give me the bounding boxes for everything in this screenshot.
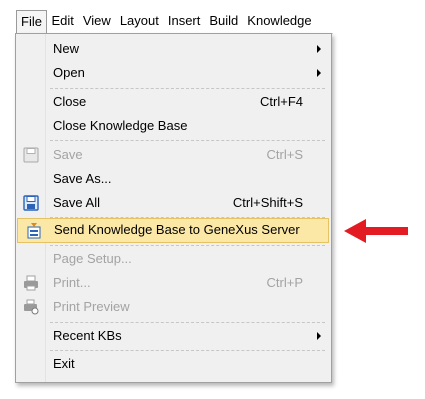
menu-item-label: Page Setup...: [53, 251, 132, 266]
menu-item-open[interactable]: Open: [46, 61, 329, 85]
submenu-arrow-icon: [317, 45, 321, 53]
menu-item-label: Open: [53, 65, 85, 80]
menu-item-label: Save: [53, 147, 83, 162]
menu-item-shortcut: Ctrl+S: [266, 147, 303, 162]
menu-insert[interactable]: Insert: [163, 10, 205, 32]
menu-item-label: Send Knowledge Base to GeneXus Server: [54, 222, 300, 237]
menu-separator: [50, 245, 325, 246]
menu-separator: [50, 88, 325, 89]
menu-item-label: Close Knowledge Base: [53, 118, 188, 133]
menu-item-new[interactable]: New: [46, 37, 329, 61]
menu-edit[interactable]: Edit: [47, 10, 78, 32]
menu-view[interactable]: View: [78, 10, 115, 32]
menu-item-save[interactable]: Save Ctrl+S: [46, 143, 329, 167]
submenu-arrow-icon: [317, 332, 321, 340]
printer-icon: [24, 275, 38, 291]
menu-item-label: New: [53, 41, 80, 56]
menu-item-send-kb-to-genexus-server[interactable]: Send Knowledge Base to GeneXus Server: [17, 218, 329, 243]
print-preview-icon: [24, 299, 39, 315]
menu-knowledge[interactable]: Knowledge: [243, 10, 316, 32]
menu-item-shortcut: Ctrl+P: [266, 275, 303, 290]
menu-item-save-all[interactable]: Save All Ctrl+Shift+S: [46, 191, 329, 215]
save-icon: [23, 147, 39, 163]
save-all-icon: [23, 195, 39, 211]
menu-build[interactable]: Build: [205, 10, 243, 32]
submenu-arrow-icon: [317, 69, 321, 77]
menu-item-close-knowledge-base[interactable]: Close Knowledge Base: [46, 114, 329, 138]
menu-item-save-as[interactable]: Save As...: [46, 167, 329, 191]
menu-item-print[interactable]: Print... Ctrl+P: [46, 271, 329, 295]
menu-item-print-preview[interactable]: Print Preview: [46, 295, 329, 319]
menu-item-label: Print Preview: [53, 299, 130, 314]
menu-separator: [50, 322, 325, 323]
menu-item-close[interactable]: Close Ctrl+F4: [46, 90, 329, 114]
file-menu-dropdown: New Open Close Ctrl+F4 Close Knowledge B…: [15, 33, 332, 383]
menu-item-page-setup[interactable]: Page Setup...: [46, 247, 329, 271]
menu-item-shortcut: Ctrl+Shift+S: [232, 195, 303, 210]
menu-item-label: Print...: [53, 275, 91, 290]
menu-item-recent-kbs[interactable]: Recent KBs: [46, 324, 329, 348]
genexus-server-icon: [27, 223, 41, 239]
menu-layout[interactable]: Layout: [115, 10, 163, 32]
menu-item-label: Close: [53, 94, 87, 109]
menu-item-label: Save As...: [53, 171, 112, 186]
menu-separator: [50, 350, 325, 351]
menu-item-label: Save All: [53, 195, 100, 210]
menu-item-label: Exit: [53, 356, 75, 371]
menu-file[interactable]: File: [16, 9, 47, 33]
menu-item-label: Recent KBs: [53, 328, 122, 343]
menu-item-shortcut: Ctrl+F4: [260, 94, 303, 109]
red-arrow-icon: [344, 219, 408, 243]
menu-bar: File Edit View Layout Insert Build Knowl…: [15, 9, 333, 34]
menu-separator: [50, 140, 325, 141]
menu-item-exit[interactable]: Exit: [46, 352, 329, 376]
